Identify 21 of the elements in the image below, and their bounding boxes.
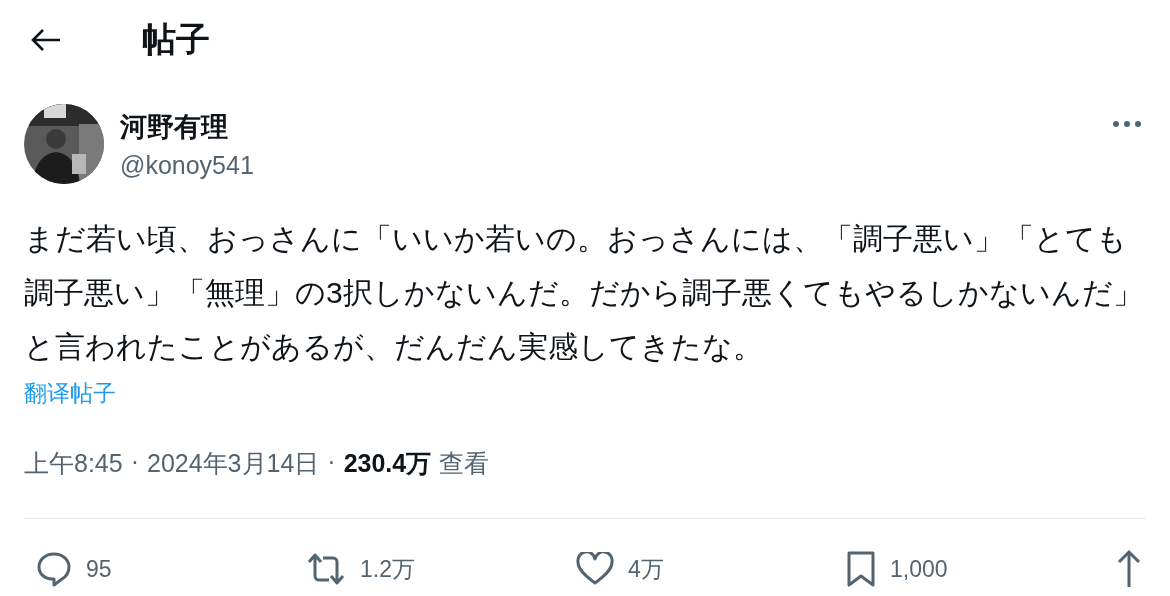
- back-icon[interactable]: [30, 28, 62, 52]
- more-icon[interactable]: [1112, 120, 1142, 128]
- repost-icon[interactable]: [306, 552, 346, 586]
- action-count: 1.2万: [360, 554, 415, 584]
- separator-dot: ·: [130, 447, 139, 477]
- action-count: 1,000: [890, 555, 948, 583]
- bookmark-icon[interactable]: [846, 550, 876, 588]
- post-time: 上午8:45: [24, 448, 123, 479]
- reply-icon[interactable]: [36, 551, 72, 587]
- action-count: 4万: [628, 554, 664, 584]
- separator-dot: ·: [327, 447, 336, 477]
- author-name[interactable]: 河野有理: [120, 108, 1096, 145]
- action-count: 95: [86, 555, 112, 583]
- views-label: 查看: [439, 448, 490, 479]
- view-count: 230.4万: [343, 448, 432, 479]
- author-handle[interactable]: @konoy541: [120, 150, 1096, 180]
- heart-icon[interactable]: [576, 552, 614, 586]
- post-text: まだ若い頃、おっさんに「いいか若いの。おっさんには、「調子悪い」「とても調子悪い」「無理」の3択しかないんだ。だから調子悪くてもやるしかないんだ」と言われたことがあるが、だんだん実感してきたな。: [24, 221, 1144, 365]
- post-date: 2024年3月14日: [147, 448, 320, 479]
- page-title: 帖子: [142, 19, 210, 60]
- share-icon[interactable]: [1116, 549, 1142, 589]
